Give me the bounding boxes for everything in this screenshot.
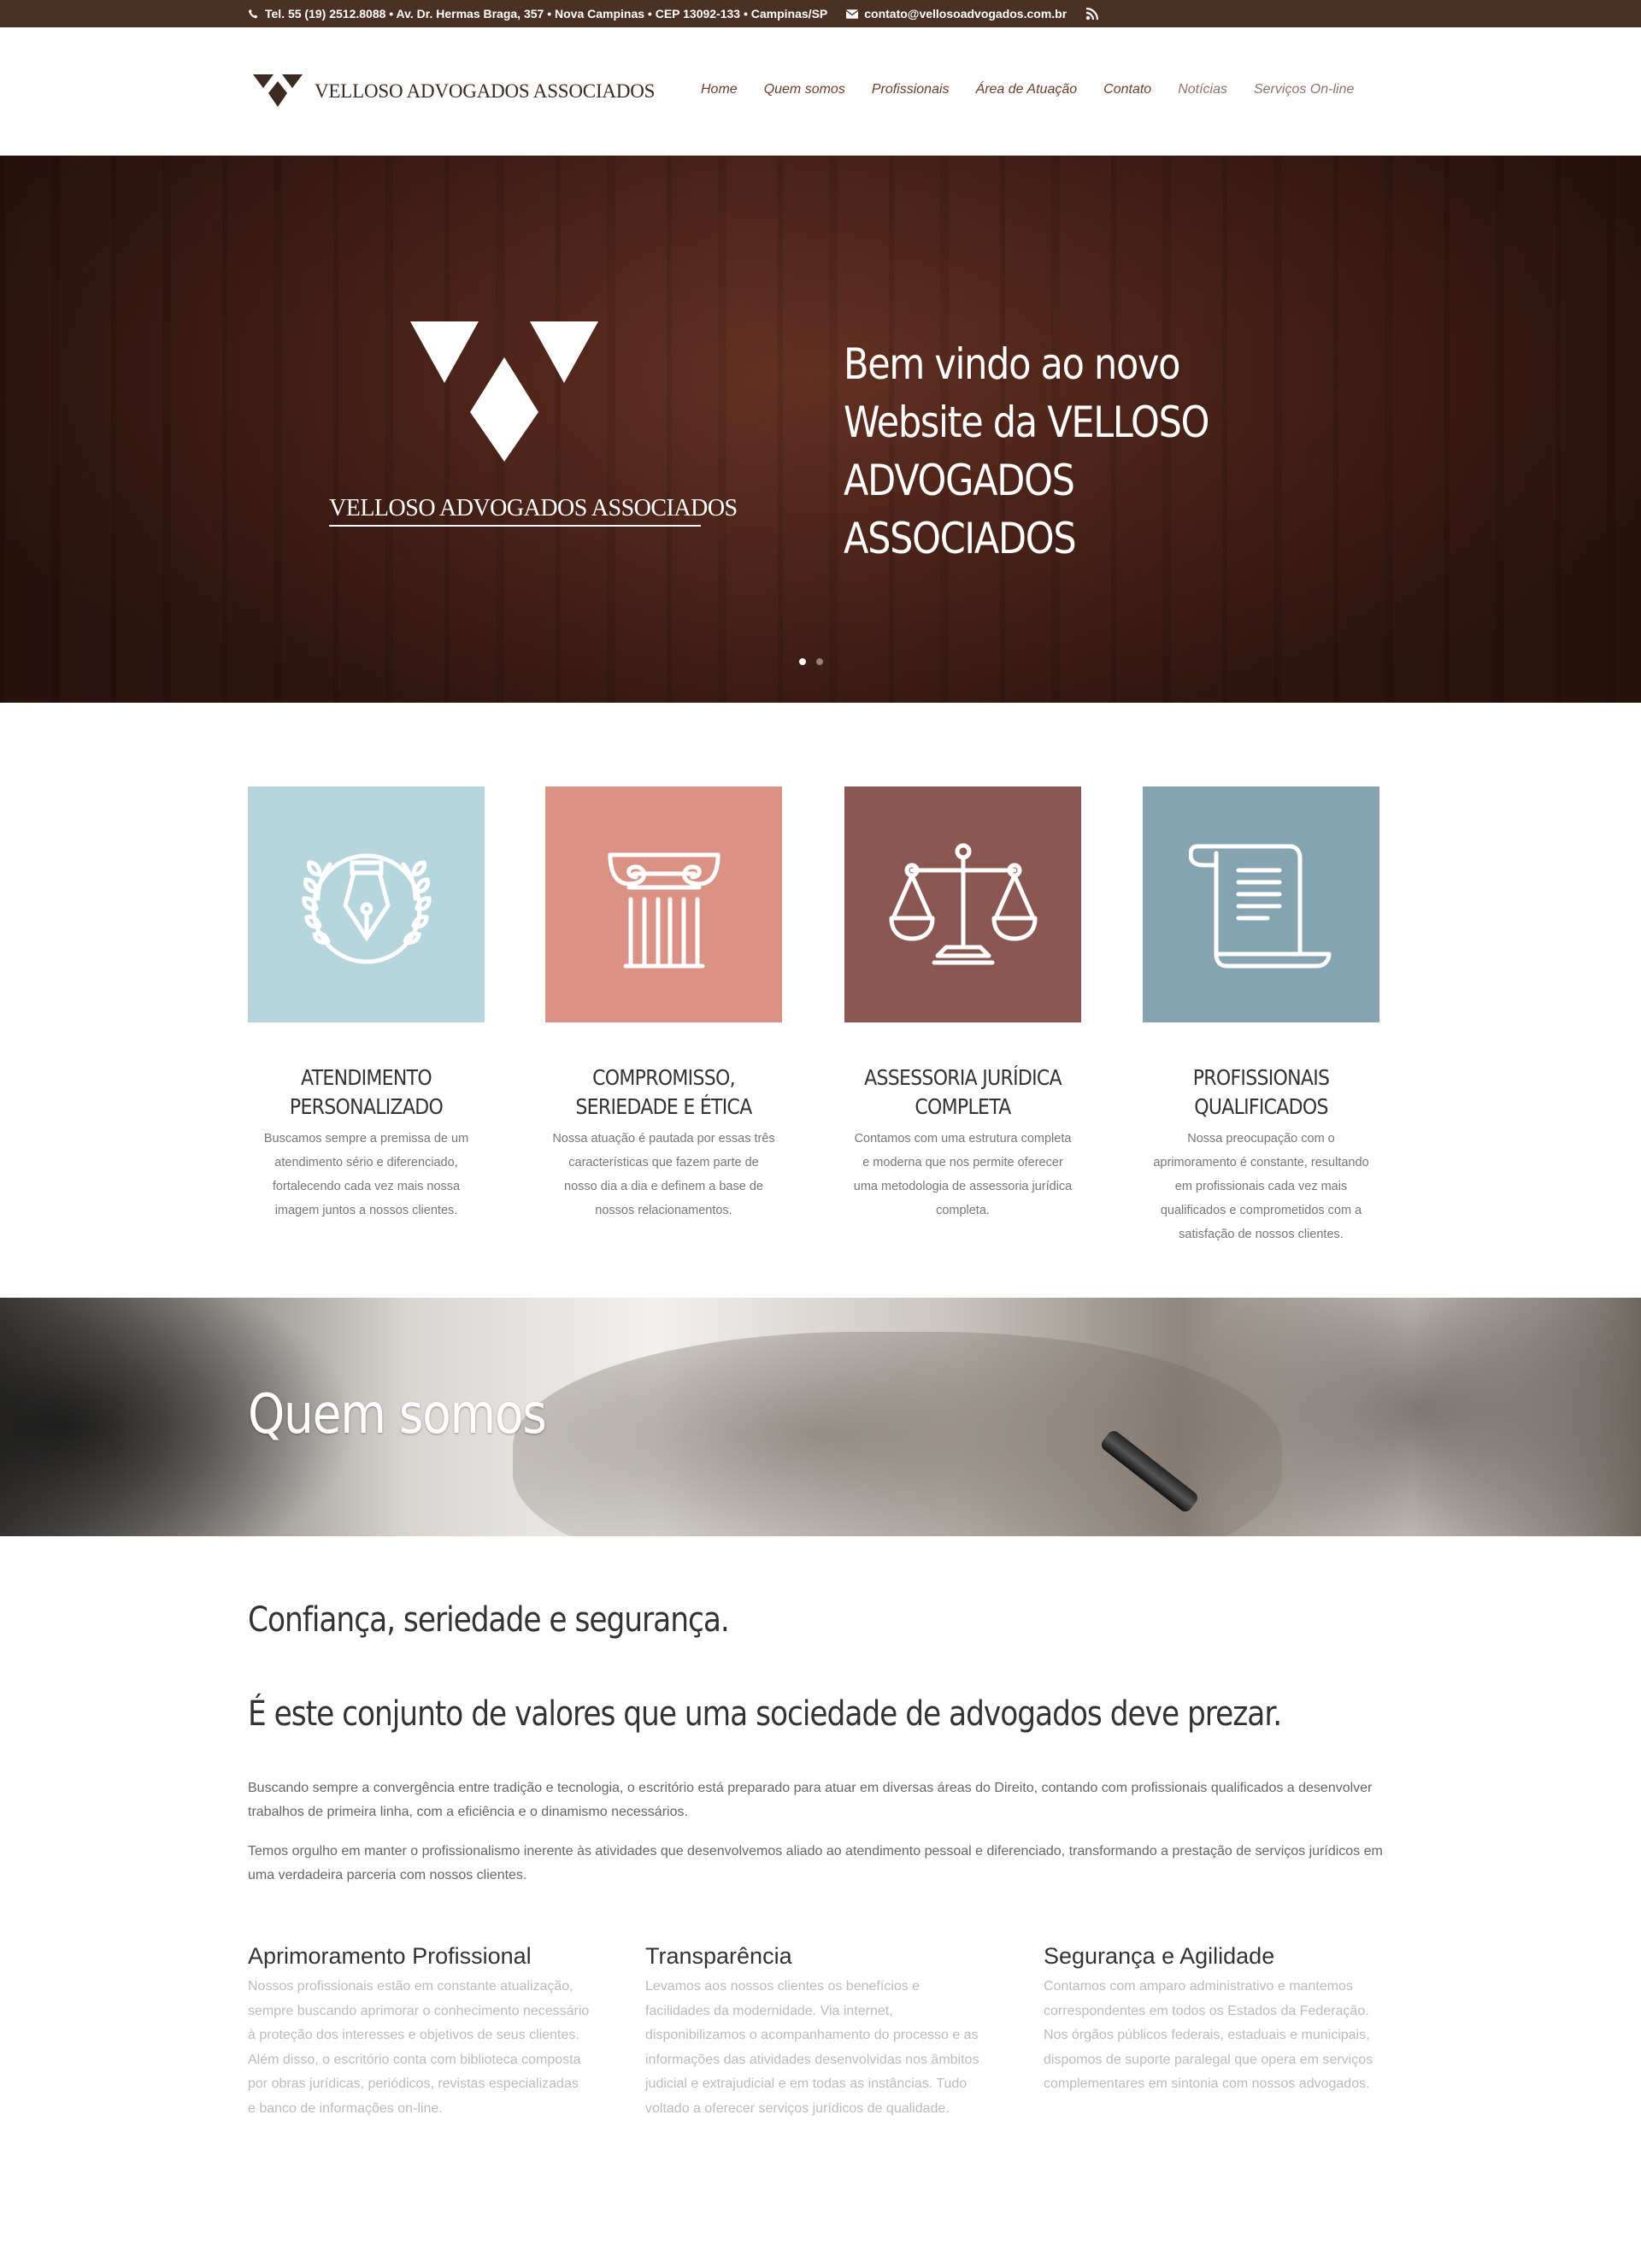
slider-dot-2[interactable] bbox=[816, 658, 823, 665]
feature-icon-box bbox=[248, 786, 485, 1022]
feature-atendimento: ATENDIMENTO PERSONALIZADO Buscamos sempre… bbox=[248, 786, 485, 1222]
feature-text: Nossa atuação é pautada por essas três c… bbox=[552, 1132, 775, 1217]
column-title: Segurança e Agilidade bbox=[1044, 1943, 1275, 1969]
banner-hand-shape bbox=[1179, 1298, 1641, 1536]
feature-title-line1: ASSESSORIA JURÍDICA bbox=[864, 1065, 1062, 1090]
scroll-document-icon bbox=[1188, 844, 1331, 969]
contact-phone-text: Tel. 55 (19) 2512.8088 • Av. Dr. Hermas … bbox=[265, 7, 828, 21]
about-heading-1: Confiança, seriedade e segurança. bbox=[248, 1600, 730, 1640]
feature-icon-box bbox=[844, 786, 1081, 1022]
contact-email-text[interactable]: contato@vellosoadvogados.com.br bbox=[864, 7, 1067, 21]
about-heading-2: É este conjunto de valores que uma socie… bbox=[248, 1694, 1282, 1734]
envelope-icon bbox=[846, 9, 859, 19]
feature-icon-box bbox=[545, 786, 782, 1022]
column-title: Aprimoramento Profissional bbox=[248, 1943, 532, 1969]
feature-title-line2: QUALIFICADOS bbox=[1194, 1094, 1328, 1119]
nav-profissionais[interactable]: Profissionais bbox=[872, 82, 950, 97]
feature-assessoria: ASSESSORIA JURÍDICA COMPLETA Contamos com… bbox=[844, 786, 1081, 1222]
column-seguranca: Segurança e Agilidade Contamos com ampar… bbox=[1044, 1941, 1385, 2097]
nav-servicos-online[interactable]: Serviços On-line bbox=[1254, 82, 1354, 97]
hero-logo-icon bbox=[410, 321, 598, 462]
fountain-pen-laurel-icon bbox=[301, 853, 432, 964]
nav-home[interactable]: Home bbox=[701, 82, 738, 97]
phone-icon bbox=[248, 9, 258, 18]
velloso-logo-icon[interactable] bbox=[253, 74, 303, 109]
feature-title-line2: PERSONALIZADO bbox=[289, 1094, 444, 1119]
about-paragraph-1: Buscando sempre a convergência entre tra… bbox=[248, 1781, 1373, 1819]
column-text: Levamos aos nossos clientes os benefício… bbox=[645, 1979, 979, 2116]
site-header: VELLOSO ADVOGADOS ASSOCIADOS Home Quem s… bbox=[0, 27, 1641, 156]
hero-overlay bbox=[0, 156, 1641, 703]
slider-dot-1[interactable] bbox=[799, 658, 806, 665]
column-aprimoramento: Aprimoramento Profissional Nossos profis… bbox=[248, 1941, 590, 2121]
logo-text[interactable]: VELLOSO ADVOGADOS ASSOCIADOS bbox=[315, 80, 655, 103]
feature-title-line2: SERIEDADE E ÉTICA bbox=[575, 1094, 752, 1119]
feature-text: Buscamos sempre a premissa de um atendim… bbox=[263, 1132, 469, 1217]
column-title: Transparência bbox=[645, 1943, 792, 1969]
nav-quem-somos[interactable]: Quem somos bbox=[764, 82, 845, 97]
nav-noticias[interactable]: Notícias bbox=[1178, 82, 1227, 97]
scales-icon bbox=[889, 843, 1037, 965]
quem-somos-banner: Quem somos bbox=[0, 1298, 1641, 1536]
nav-contato[interactable]: Contato bbox=[1103, 82, 1151, 97]
contact-phone: Tel. 55 (19) 2512.8088 • Av. Dr. Hermas … bbox=[248, 7, 827, 21]
feature-icon-box bbox=[1143, 786, 1379, 1022]
main-nav: Home Quem somos Profissionais Área de At… bbox=[701, 82, 1354, 97]
about-section: Confiança, seriedade e segurança. É este… bbox=[248, 1599, 1393, 1882]
column-text: Contamos com amparo administrativo e man… bbox=[1044, 1979, 1373, 2091]
slider-pagination bbox=[799, 658, 823, 665]
hero-logo-text: VELLOSO ADVOGADOS ASSOCIADOS bbox=[329, 495, 738, 521]
banner-hand-shape bbox=[513, 1332, 1282, 1536]
column-text: Nossos profissionais estão em constante … bbox=[248, 1979, 590, 2116]
hero-logo-underline bbox=[329, 525, 701, 527]
feature-text: Contamos com uma estrutura completa e mo… bbox=[853, 1132, 1073, 1217]
rss-link[interactable] bbox=[1085, 7, 1099, 21]
rss-icon[interactable] bbox=[1085, 7, 1099, 21]
column-transparencia: Transparência Levamos aos nossos cliente… bbox=[645, 1941, 987, 2121]
contact-email[interactable]: contato@vellosoadvogados.com.br bbox=[846, 7, 1067, 21]
feature-profissionais: PROFISSIONAIS QUALIFICADOS Nossa preocupa… bbox=[1143, 786, 1379, 1246]
site-logo[interactable]: VELLOSO ADVOGADOS ASSOCIADOS bbox=[253, 74, 655, 109]
quem-somos-title: Quem somos bbox=[248, 1383, 547, 1446]
hero-slider: VELLOSO ADVOGADOS ASSOCIADOS Bem vindo a… bbox=[0, 156, 1641, 703]
feature-title-line1: PROFISSIONAIS bbox=[1192, 1065, 1330, 1090]
hero-title: Bem vindo ao novo Website da VELLOSO ADV… bbox=[844, 339, 1209, 563]
feature-title-line1: ATENDIMENTO bbox=[301, 1065, 432, 1090]
feature-compromisso: COMPROMISSO, SERIEDADE E ÉTICA Nossa atua… bbox=[545, 786, 782, 1222]
about-paragraph-2: Temos orgulho em manter o profissionalis… bbox=[248, 1844, 1383, 1882]
column-icon bbox=[607, 852, 721, 969]
feature-title-line2: COMPLETA bbox=[915, 1094, 1011, 1119]
feature-text: Nossa preocupação com o aprimoramento é … bbox=[1153, 1132, 1369, 1241]
top-bar: Tel. 55 (19) 2512.8088 • Av. Dr. Hermas … bbox=[0, 0, 1641, 27]
nav-area-de-atuacao[interactable]: Área de Atuação bbox=[976, 82, 1078, 97]
feature-title-line1: COMPROMISSO, bbox=[592, 1065, 736, 1090]
